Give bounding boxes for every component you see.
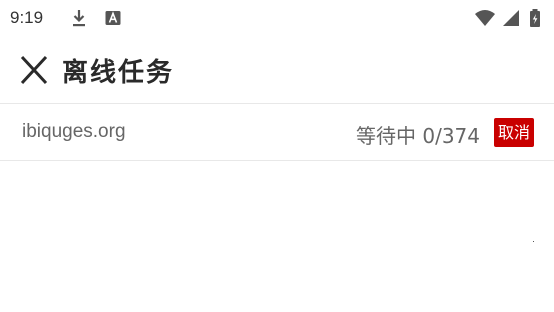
- app-bar: 离线任务: [0, 38, 554, 102]
- task-row: ibiquges.org 等待中 0/374 取消: [0, 104, 554, 160]
- close-icon: [20, 55, 48, 85]
- task-site: ibiquges.org: [22, 121, 126, 142]
- a-icon: [105, 11, 121, 25]
- battery-charging-icon: [530, 9, 540, 27]
- close-button[interactable]: [14, 52, 54, 88]
- wifi-icon: [475, 10, 495, 26]
- signal-icon: [503, 10, 519, 26]
- stray-dot: [533, 241, 534, 242]
- task-progress: 0/374: [422, 124, 480, 148]
- status-bar: 9:19: [0, 0, 554, 38]
- task-status-label: 等待中: [356, 124, 416, 148]
- page-title: 离线任务: [62, 58, 175, 88]
- divider: [0, 160, 554, 161]
- cancel-button[interactable]: 取消: [494, 118, 534, 147]
- download-icon: [73, 10, 85, 27]
- status-time: 9:19: [10, 8, 44, 27]
- task-status: 等待中 0/374: [356, 120, 480, 149]
